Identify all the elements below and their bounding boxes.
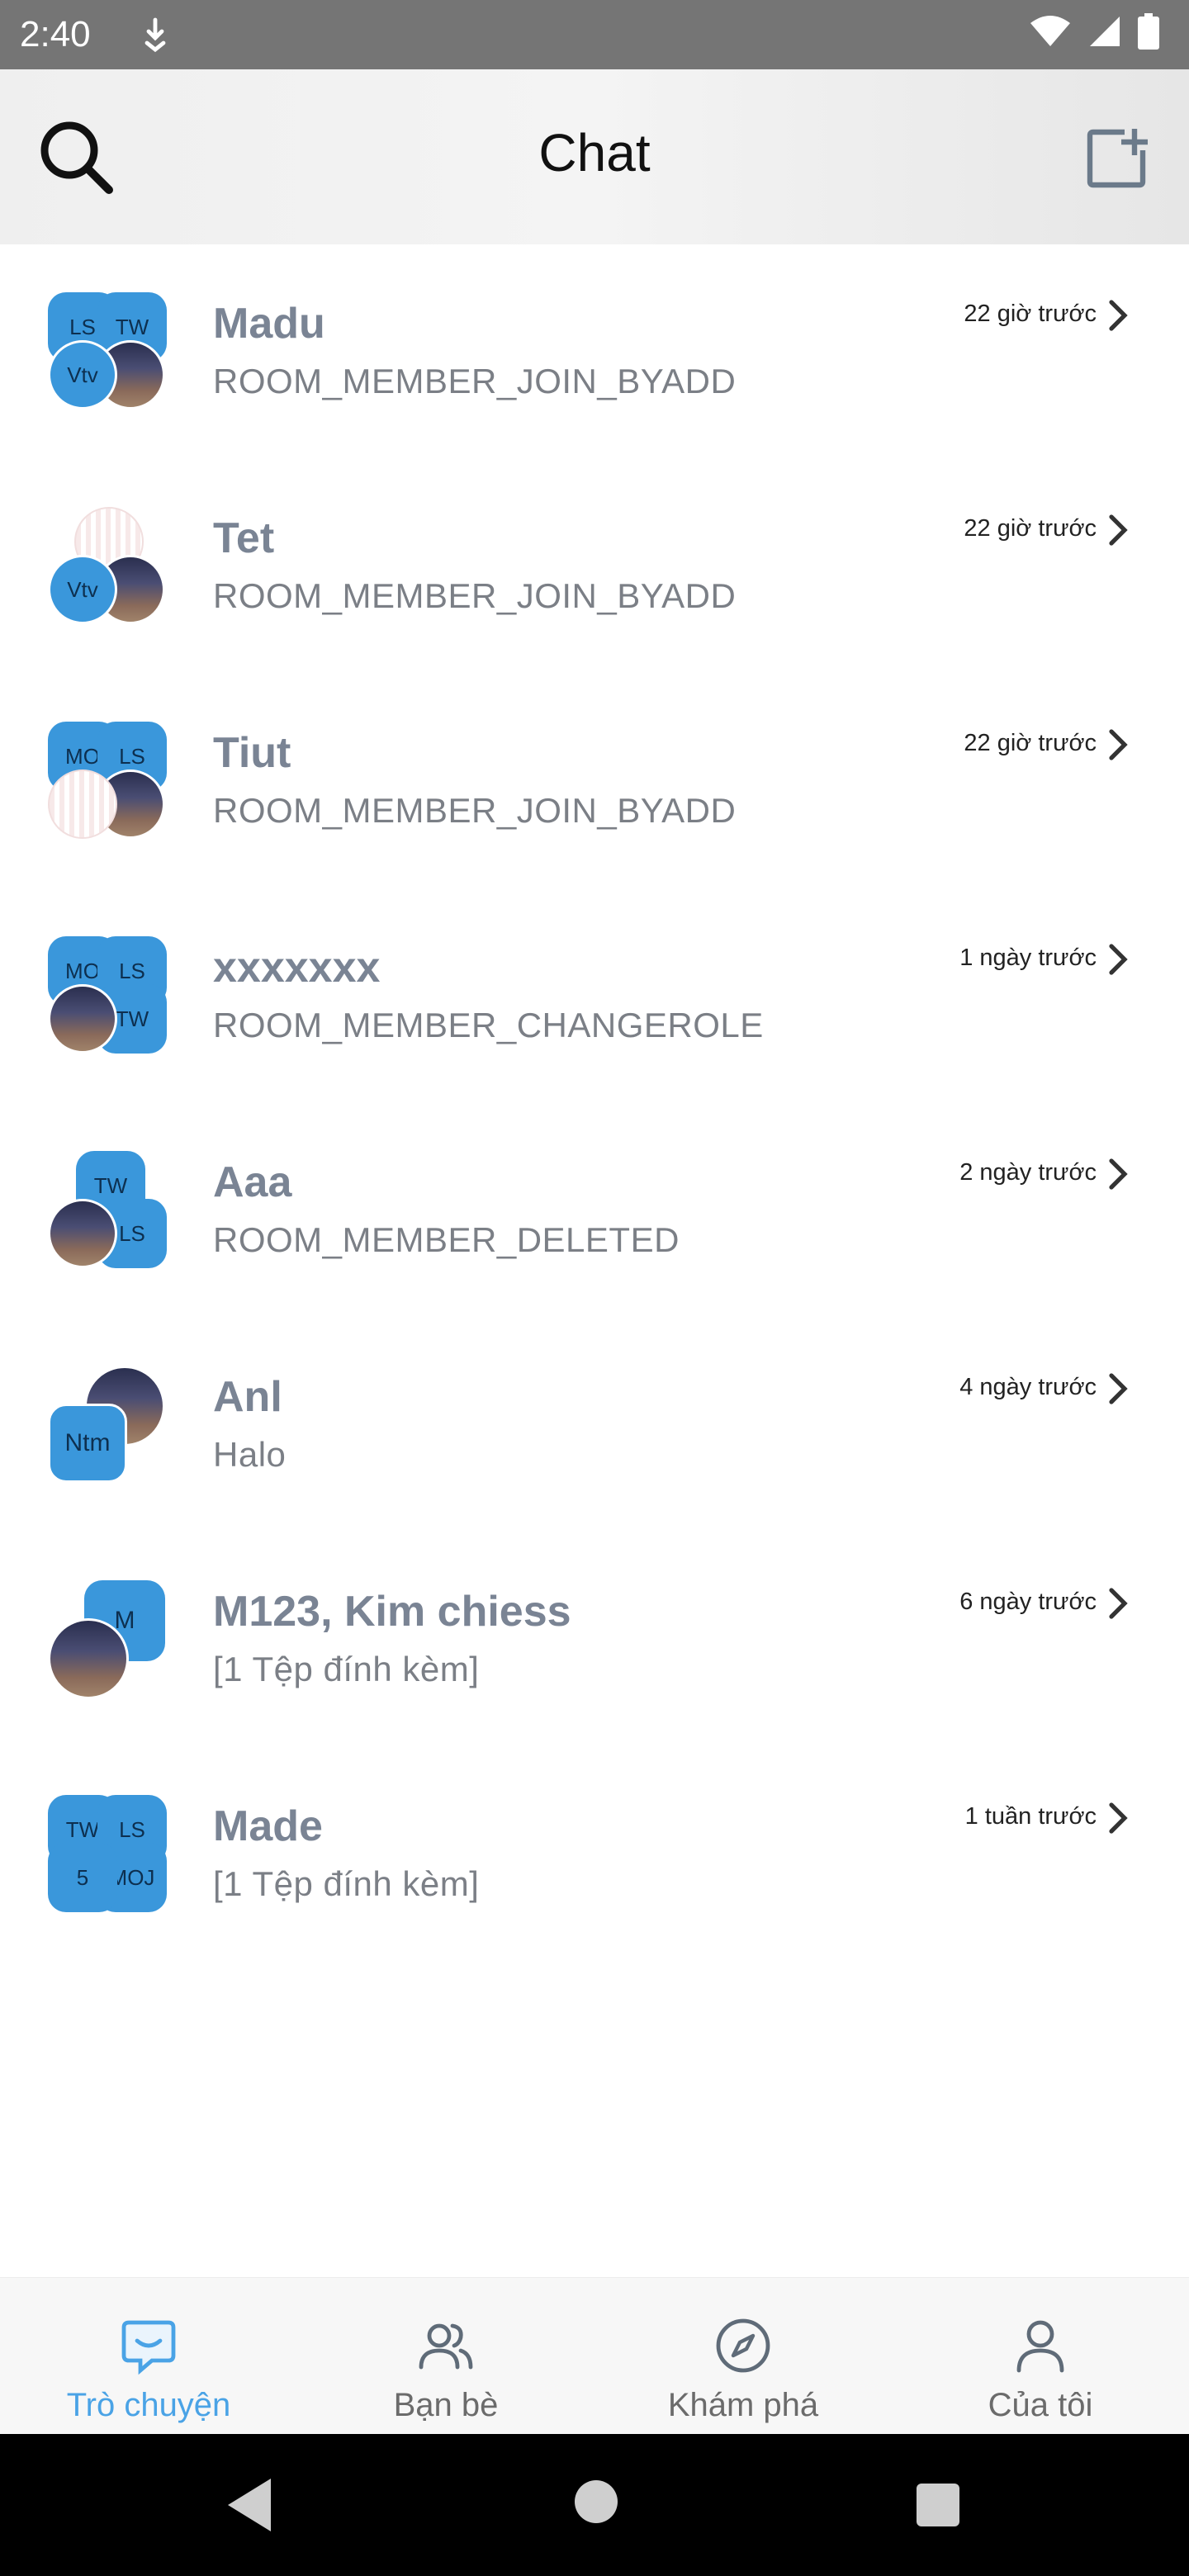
chat-time: 1 tuần trước [964,1803,1097,1830]
tab-chat[interactable]: Trò chuyện [0,2278,297,2434]
chat-name: Tet [213,514,275,562]
chat-row[interactable]: MO LS Tiut ROOM_MEMBER_JOIN_BYADD 22 giờ… [0,674,1189,888]
avatar: 5 [48,1843,117,1912]
group-avatar: M [48,1580,167,1699]
chat-last-message: ROOM_MEMBER_JOIN_BYADD [213,576,737,615]
chat-bubble-icon [116,2313,182,2379]
bottom-nav: Trò chuyện Bạn bè Khám phá Của tôi [0,2277,1189,2434]
chat-name: Tiut [213,729,291,777]
chat-name: Madu [213,300,325,348]
user-icon [1007,2313,1073,2379]
chat-last-message: Halo [213,1435,287,1474]
home-icon[interactable] [575,2480,618,2523]
tab-label: Bạn bè [393,2387,499,2423]
chat-last-message: ROOM_MEMBER_JOIN_BYADD [213,362,737,400]
system-nav-bar [0,2434,1189,2576]
tab-label: Trò chuyện [66,2387,231,2423]
battery-icon [1138,13,1159,50]
chevron-right-icon [1109,1158,1128,1190]
recent-apps-icon[interactable] [917,2484,959,2526]
chat-name: M123, Kim chiess [213,1588,571,1636]
avatar-photo [48,1618,129,1699]
chevron-right-icon [1109,1802,1128,1834]
group-avatar: TW LS [48,1151,167,1270]
page-title: Chat [538,123,651,182]
group-avatar: MO LS TW [48,936,167,1055]
chat-time: 2 ngày trước [959,1159,1097,1186]
signal-icon [1090,17,1120,46]
avatar: Vtv [48,555,117,624]
chat-time: 22 giờ trước [964,515,1097,542]
group-avatar: Vtv [48,507,167,626]
avatar-photo [48,984,117,1054]
chat-time: 1 ngày trước [959,945,1097,971]
chevron-right-icon [1109,944,1128,975]
chat-row[interactable]: Vtv Tet ROOM_MEMBER_JOIN_BYADD 22 giờ tr… [0,459,1189,674]
chat-last-message: [1 Tệp đính kèm] [213,1650,480,1688]
chat-row[interactable]: TW LS Aaa ROOM_MEMBER_DELETED 2 ngày trư… [0,1103,1189,1318]
chevron-right-icon [1109,1588,1128,1619]
chevron-right-icon [1109,1373,1128,1404]
friends-icon [413,2313,479,2379]
group-avatar: LS TW Vtv [48,292,167,411]
chat-row[interactable]: LS TW Vtv Madu ROOM_MEMBER_JOIN_BYADD 22… [0,244,1189,459]
chat-name: Aaa [213,1158,292,1206]
download-status-icon [144,17,166,53]
chat-row[interactable]: M M123, Kim chiess [1 Tệp đính kèm] 6 ng… [0,1532,1189,1747]
chat-time: 22 giờ trước [964,301,1097,327]
group-avatar: MO LS [48,722,167,841]
chat-time: 6 ngày trước [959,1589,1097,1615]
compass-icon [710,2313,776,2379]
chat-last-message: ROOM_MEMBER_CHANGEROLE [213,1006,764,1044]
tab-discover[interactable]: Khám phá [594,2278,892,2434]
chat-name: Made [213,1802,323,1850]
chat-list: LS TW Vtv Madu ROOM_MEMBER_JOIN_BYADD 22… [0,244,1189,1962]
chat-last-message: [1 Tệp đính kèm] [213,1864,480,1903]
chat-name: xxxxxxx [213,944,381,992]
chat-last-message: ROOM_MEMBER_JOIN_BYADD [213,791,737,830]
back-icon[interactable] [225,2475,277,2535]
tab-label: Khám phá [667,2387,819,2423]
chat-time: 22 giờ trước [964,730,1097,756]
avatar: Vtv [48,340,117,410]
group-avatar: Ntm [48,1366,167,1485]
chevron-right-icon [1109,729,1128,760]
chat-row[interactable]: MO LS TW xxxxxxx ROOM_MEMBER_CHANGEROLE … [0,888,1189,1103]
tab-label: Của tôi [988,2387,1093,2423]
add-chat-icon[interactable] [1085,127,1148,190]
chat-row[interactable]: Ntm Anl Halo 4 ngày trước [0,1318,1189,1532]
avatar-pattern [48,769,117,839]
tab-profile[interactable]: Của tôi [892,2278,1189,2434]
status-time: 2:40 [20,14,91,54]
chat-last-message: ROOM_MEMBER_DELETED [213,1220,680,1259]
chevron-right-icon [1109,300,1128,331]
status-icons [1029,13,1159,50]
tab-friends[interactable]: Bạn bè [297,2278,594,2434]
group-avatar: TW LS MOJ 5 [48,1795,167,1914]
chat-time: 4 ngày trước [959,1374,1097,1400]
app-bar: Chat [0,69,1189,244]
chat-row[interactable]: TW LS MOJ 5 Made [1 Tệp đính kèm] 1 tuần… [0,1747,1189,1962]
status-bar: 2:40 [0,0,1189,69]
chevron-right-icon [1109,514,1128,546]
avatar: Ntm [48,1404,127,1483]
wifi-icon [1030,16,1070,46]
avatar-photo [48,1199,117,1268]
chat-name: Anl [213,1373,282,1421]
